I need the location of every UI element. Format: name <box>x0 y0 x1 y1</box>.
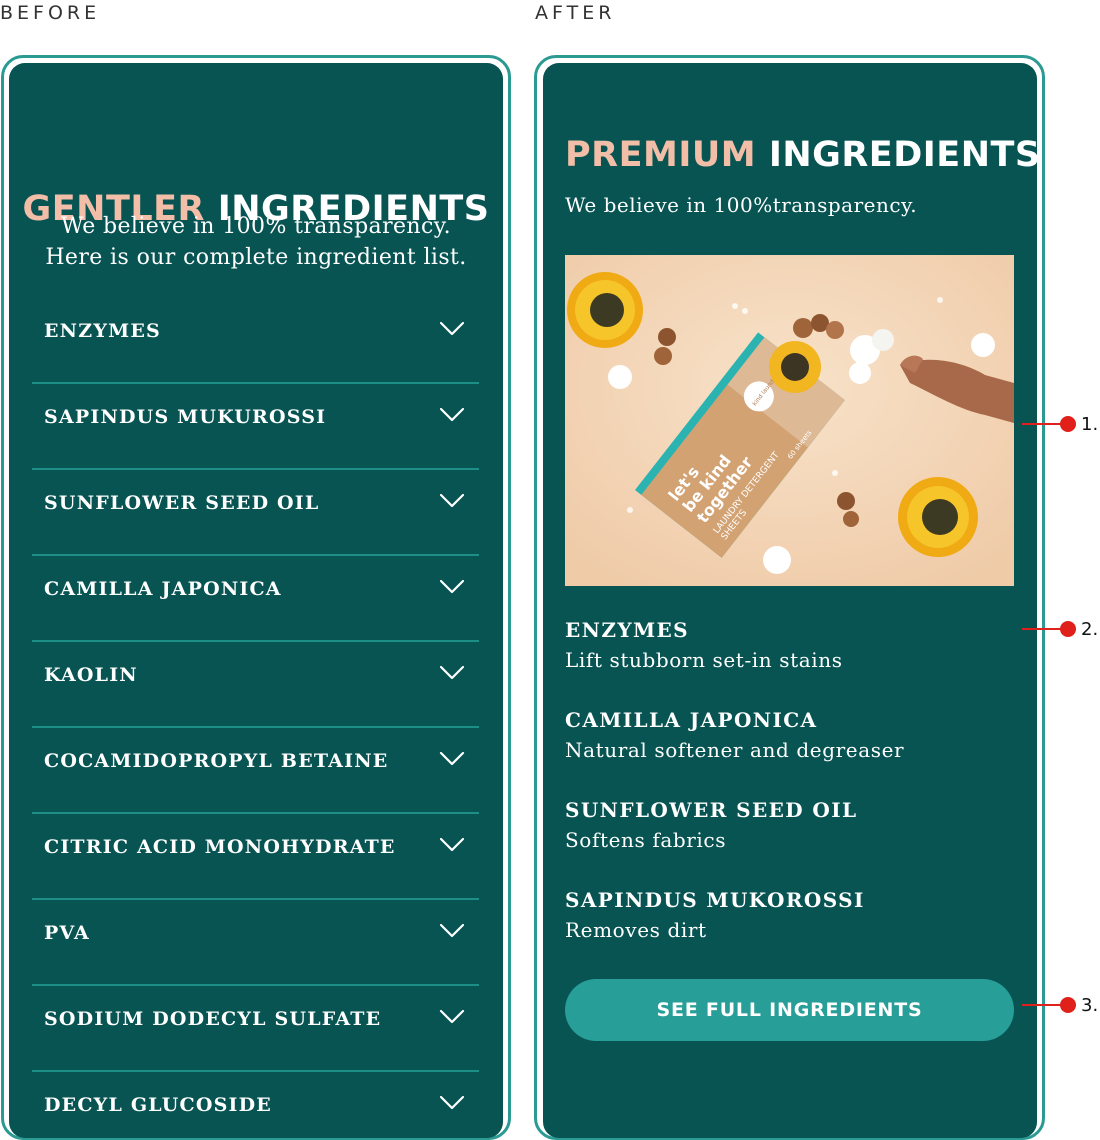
ingredient-description: Softens fabrics <box>565 828 727 852</box>
product-photo: let's be kind together LAUNDRY DETERGENT… <box>565 255 1014 586</box>
callout-3: 3. <box>1022 995 1100 1016</box>
ingredient-item: SUNFLOWER SEED OIL Softens fabrics <box>565 798 857 852</box>
chevron-down-icon[interactable] <box>439 1094 465 1112</box>
accordion-item-label: SAPINDUS MUKUROSSI <box>44 406 327 428</box>
accordion-item-label: SODIUM DODECYL SULFATE <box>44 1008 382 1030</box>
after-heading-rest: INGREDIENTS <box>768 135 1037 175</box>
callout-dot <box>1060 416 1076 432</box>
accordion-item[interactable]: KAOLIN <box>32 642 479 728</box>
ingredient-item: ENZYMES Lift stubborn set-in stains <box>565 618 843 672</box>
callout-1: 1. <box>1022 414 1100 435</box>
chevron-down-icon[interactable] <box>439 406 465 424</box>
accordion-item[interactable]: SODIUM DODECYL SULFATE <box>32 986 479 1072</box>
ingredient-description: Lift stubborn set-in stains <box>565 648 843 672</box>
callout-number: 2. <box>1081 619 1099 640</box>
chevron-down-icon[interactable] <box>439 578 465 596</box>
accordion-item-label: DECYL GLUCOSIDE <box>44 1094 272 1116</box>
accordion-item[interactable]: CAMILLA JAPONICA <box>32 556 479 642</box>
chevron-down-icon[interactable] <box>439 320 465 338</box>
accordion-item[interactable]: SUNFLOWER SEED OIL <box>32 470 479 556</box>
callout-dot <box>1060 997 1076 1013</box>
chevron-down-icon[interactable] <box>439 1008 465 1026</box>
ingredient-item: CAMILLA JAPONICA Natural softener and deg… <box>565 708 904 762</box>
ingredient-description: Natural softener and degreaser <box>565 738 905 762</box>
ingredient-item: SAPINDUS MUKOROSSI Removes dirt <box>565 888 865 942</box>
after-heading: PREMIUM INGREDIENTS <box>565 135 1037 175</box>
chevron-down-icon[interactable] <box>439 492 465 510</box>
accordion-item-label: CAMILLA JAPONICA <box>44 578 282 600</box>
accordion-item-label: CITRIC ACID MONOHYDRATE <box>44 836 396 858</box>
accordion-item-label: COCAMIDOPROPYL BETAINE <box>44 750 389 772</box>
accordion-item[interactable]: SAPINDUS MUKUROSSI <box>32 384 479 470</box>
before-intro: We believe in 100% transparency. Here is… <box>9 211 503 273</box>
after-heading-accent: PREMIUM <box>565 135 757 175</box>
ingredient-description: Removes dirt <box>565 918 707 942</box>
callout-number: 3. <box>1081 995 1099 1016</box>
callout-dot <box>1060 621 1076 637</box>
ingredient-name: CAMILLA JAPONICA <box>565 708 818 732</box>
accordion-item-label: KAOLIN <box>44 664 138 686</box>
before-panel: GENTLER INGREDIENTS We believe in 100% t… <box>9 63 503 1138</box>
accordion-item[interactable]: PVA <box>32 900 479 986</box>
ingredient-name: SUNFLOWER SEED OIL <box>565 798 858 822</box>
chevron-down-icon[interactable] <box>439 922 465 940</box>
product-photo-illustration: let's be kind together LAUNDRY DETERGENT… <box>565 255 1014 586</box>
accordion-item-label: PVA <box>44 922 90 944</box>
chevron-down-icon[interactable] <box>439 836 465 854</box>
chevron-down-icon[interactable] <box>439 750 465 768</box>
before-intro-line-2: Here is our complete ingredient list. <box>45 245 467 270</box>
after-intro: We believe in 100%transparency. <box>565 193 918 217</box>
accordion-item[interactable]: CITRIC ACID MONOHYDRATE <box>32 814 479 900</box>
callout-number: 1. <box>1081 414 1099 435</box>
chevron-down-icon[interactable] <box>439 664 465 682</box>
ingredient-name: SAPINDUS MUKOROSSI <box>565 888 865 912</box>
before-label: BEFORE <box>0 2 101 24</box>
accordion-item-label: ENZYMES <box>44 320 161 342</box>
callout-2: 2. <box>1022 619 1100 640</box>
accordion-item[interactable]: DECYL GLUCOSIDE <box>32 1072 479 1138</box>
accordion-item[interactable]: ENZYMES <box>32 298 479 384</box>
ingredient-name: ENZYMES <box>565 618 690 642</box>
see-full-ingredients-button[interactable]: SEE FULL INGREDIENTS <box>565 979 1014 1041</box>
after-panel: PREMIUM INGREDIENTS We believe in 100%tr… <box>543 63 1037 1138</box>
accordion-item-label: SUNFLOWER SEED OIL <box>44 492 320 514</box>
after-label: AFTER <box>535 2 616 24</box>
before-intro-line-1: We believe in 100% transparency. <box>60 214 451 239</box>
accordion-item[interactable]: COCAMIDOPROPYL BETAINE <box>32 728 479 814</box>
